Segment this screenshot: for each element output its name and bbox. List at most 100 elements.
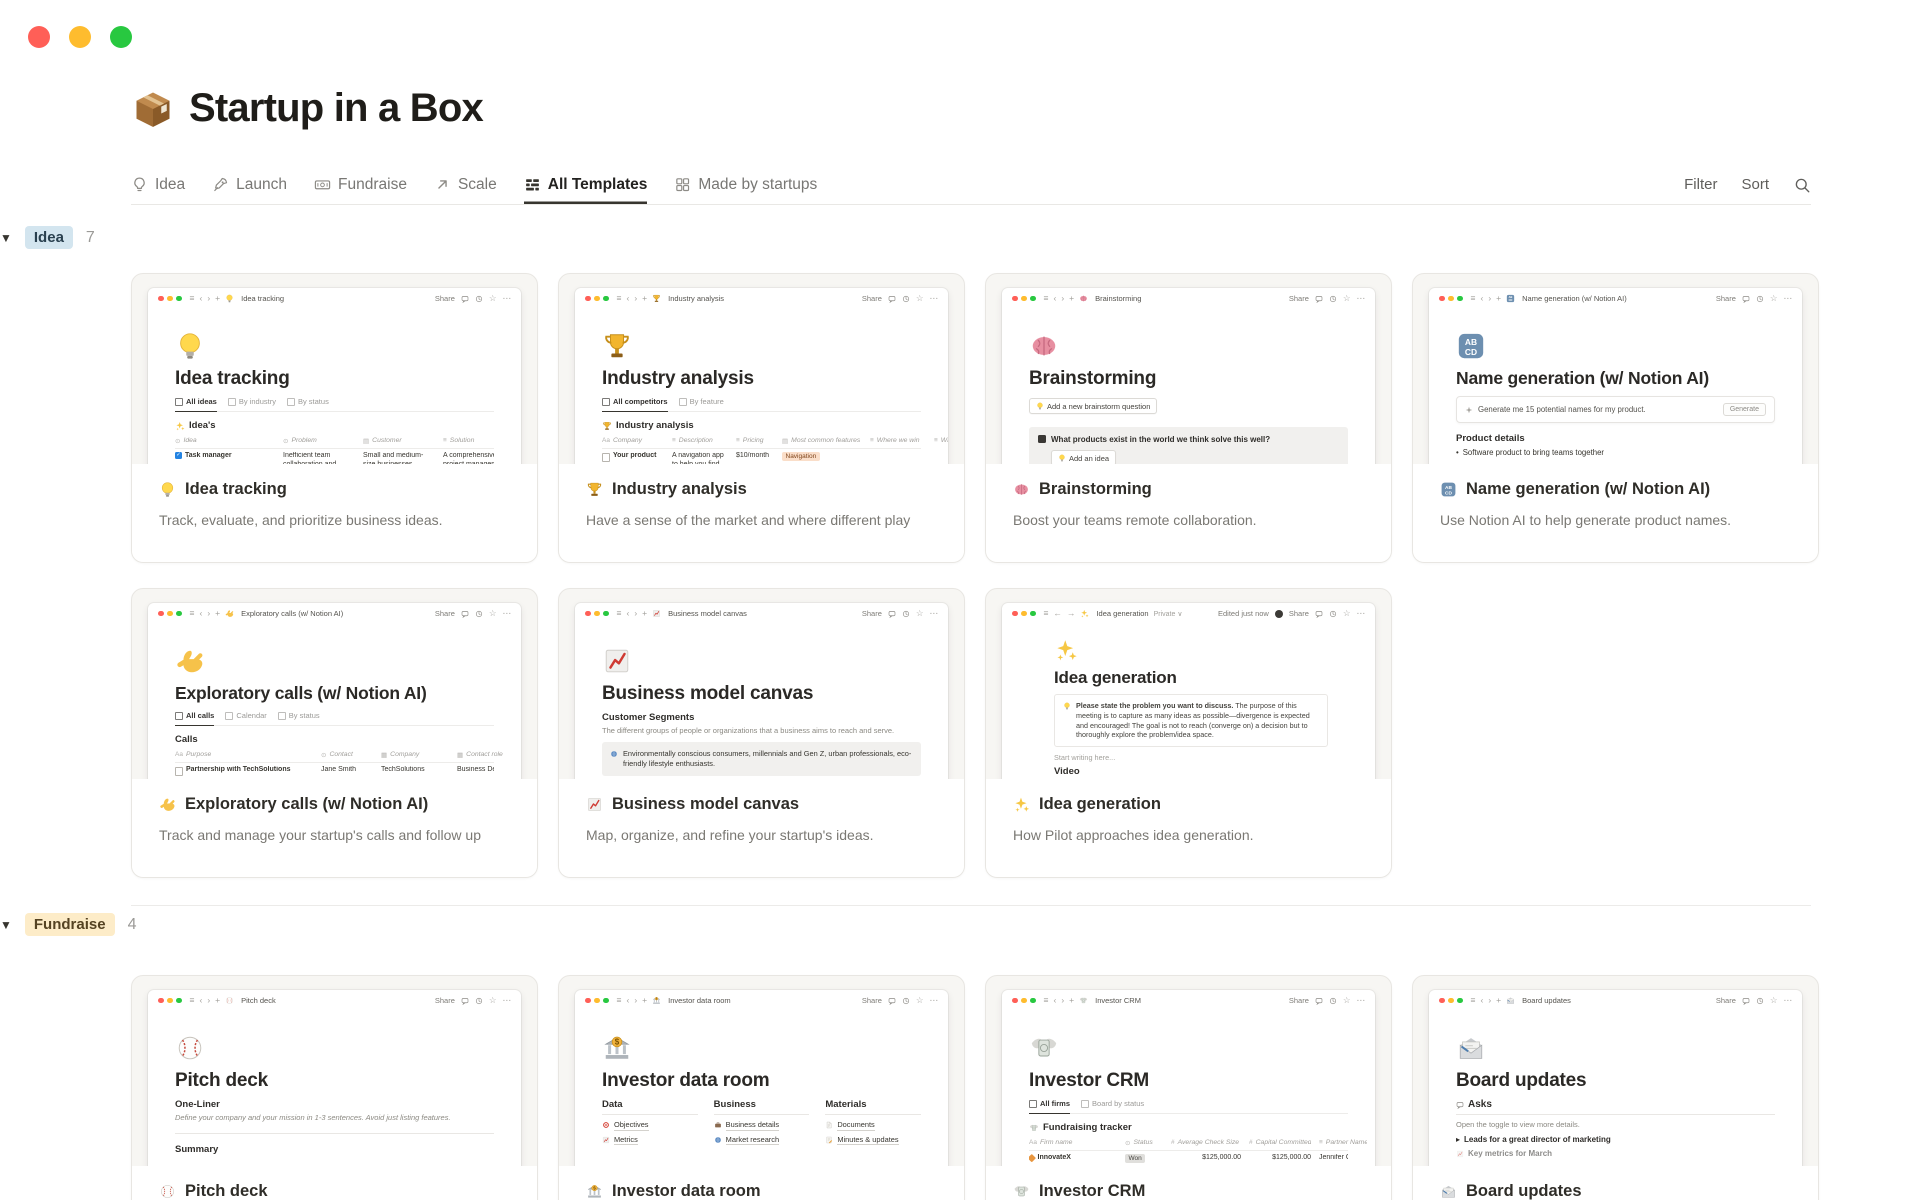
template-card-idea-tracking[interactable]: ≡ ‹ › + Idea tracking Share ☆ ⋯ Idea tracking… [131,273,538,563]
star-icon: ☆ [915,608,924,619]
card-footer: Investor data room [559,1166,964,1200]
back-icon: ‹ [626,995,630,1006]
card-footer: Board updates [1413,1166,1818,1200]
comment-icon [1315,295,1323,303]
card-footer: Name generation (w/ Notion AI) Use Notio… [1413,464,1818,562]
back-icon: ‹ [199,995,203,1006]
plus-icon: + [1496,995,1502,1006]
menu-icon: ≡ [189,608,195,619]
card-title: Idea generation [1039,795,1161,813]
mini-page-title: Exploratory calls (w/ Notion AI) [175,683,427,703]
tab-made-by-startups[interactable]: Made by startups [674,165,817,204]
tab-launch[interactable]: Launch [212,165,287,204]
menu-icon: ≡ [616,293,622,304]
comment-icon [1742,295,1750,303]
edited-timestamp: Edited just now [1217,609,1269,618]
menu-icon: ≡ [189,995,195,1006]
template-card-business-model-canvas[interactable]: ≡ ‹ › + Business model canvas Share ☆ ⋯ Busin… [558,588,965,878]
more-icon: ⋯ [502,293,512,304]
mini-page-title: Brainstorming [1029,368,1157,389]
card-description: How Pilot approaches idea generation. [1013,827,1254,843]
collapse-triangle-icon[interactable]: ▼ [0,918,12,932]
collapse-triangle-icon[interactable]: ▼ [0,231,12,245]
brain-emoji-icon [1013,481,1030,498]
mini-subheading: Video [1054,766,1080,778]
mini-db-title: Calls [175,734,198,745]
menu-icon: ≡ [189,293,195,304]
filter-button[interactable]: Filter [1684,176,1717,193]
light-bulb-emoji-icon [159,481,176,498]
package-emoji-icon [131,87,175,131]
plus-icon: + [215,995,221,1006]
plus-icon: + [215,608,221,619]
card-title: Pitch deck [185,1182,268,1200]
tab-fundraise[interactable]: Fundraise [314,165,407,204]
mini-page-title: Investor CRM [1029,1070,1150,1091]
mini-tab-title: Industry analysis [668,294,724,303]
comment-icon [888,295,896,303]
card-description: Use Notion AI to help generate product n… [1440,512,1732,528]
template-card-industry-analysis[interactable]: ≡ ‹ › + Industry analysis Share ☆ ⋯ Industry … [558,273,965,563]
ai-spark-icon [1465,406,1473,414]
mini-subheading: Product details [1456,433,1525,444]
money-with-wings-emoji-icon [1029,1123,1039,1133]
view-tab-bar: Idea Launch Fundraise Scale All Template… [131,165,1811,205]
globe-emoji-icon [610,750,618,758]
star-icon: ☆ [488,995,497,1006]
card-footer: Idea tracking Track, evaluate, and prior… [132,464,537,562]
trophy-emoji-icon [602,421,612,431]
more-icon: ⋯ [929,608,939,619]
sort-button[interactable]: Sort [1741,176,1769,193]
menu-icon: ≡ [1043,995,1049,1006]
mini-table-header: Aa Company ≡ Description ≡ Pricing ▤ Most co… [602,435,948,449]
tab-scale[interactable]: Scale [434,165,497,204]
zoom-window-button[interactable] [110,26,132,48]
mini-column-materials: Materials Documents Minutes & updates [825,1099,922,1145]
template-card-pitch-deck[interactable]: ≡ ‹ › + Pitch deck Share ☆ ⋯ Pitch deck One-L… [131,975,538,1200]
mini-page-title: Name generation (w/ Notion AI) [1456,368,1709,388]
tab-all-templates[interactable]: All Templates [524,165,647,204]
mini-window-preview: ≡ ‹ › + Name generation (w/ Notion AI) Shar… [1429,288,1802,488]
minimize-window-button[interactable] [69,26,91,48]
section-pill[interactable]: Idea [24,226,73,250]
light-bulb-emoji-icon [225,294,234,303]
more-icon: ⋯ [502,608,512,619]
card-description: Have a sense of the market and where dif… [586,512,911,528]
plus-icon: + [215,293,221,304]
clock-icon [1329,295,1337,303]
lightbulb-icon [131,176,148,193]
mini-tab-title: Brainstorming [1095,294,1142,303]
template-card-idea-generation[interactable]: ≡ ← → Idea generation Private ∨ Edited jus… [985,588,1392,878]
section-count: 7 [85,228,95,246]
template-card-board-updates[interactable]: ≡ ‹ › + Board updates Share ☆ ⋯ Board updates… [1412,975,1819,1200]
section-pill[interactable]: Fundraise [24,913,115,937]
mini-view-tab: Calendar [225,711,267,720]
back-icon: ‹ [199,608,203,619]
tab-idea[interactable]: Idea [131,165,185,204]
mini-view-tab: All calls [175,711,215,726]
close-window-button[interactable] [28,26,50,48]
menu-icon: ≡ [1043,293,1049,304]
card-title: Board updates [1466,1182,1582,1200]
memo-emoji-icon [825,1136,833,1144]
search-icon[interactable] [1793,176,1811,194]
template-card-brainstorming[interactable]: ≡ ‹ › + Brainstorming Share ☆ ⋯ Brainstorming… [985,273,1392,563]
money-with-wings-emoji-icon [1029,1033,1059,1063]
template-card-investor-data-room[interactable]: ≡ ‹ › + Investor data room Share ☆ ⋯ Investor… [558,975,965,1200]
mini-page-title: Pitch deck [175,1070,269,1091]
mini-page-title: Idea tracking [175,368,290,389]
template-card-name-generation[interactable]: ≡ ‹ › + Name generation (w/ Notion AI) Shar… [1412,273,1819,563]
tab-label: Launch [236,175,288,193]
section-header-idea: ▼ Idea 7 [0,226,95,250]
sparkles-emoji-icon [175,421,185,431]
card-footer: Brainstorming Boost your teams remote co… [986,464,1391,562]
star-icon: ☆ [488,293,497,304]
mini-page-title: Industry analysis [602,368,754,389]
star-icon: ☆ [915,293,924,304]
back-icon: ‹ [1480,995,1484,1006]
template-card-investor-crm[interactable]: ≡ ‹ › + Investor CRM Share ☆ ⋯ Investor CRM A… [985,975,1392,1200]
arrow-up-right-icon [434,176,451,193]
mini-tab-title: Pitch deck [241,996,276,1005]
template-card-exploratory-calls[interactable]: ≡ ‹ › + Exploratory calls (w/ Notion AI) Sh… [131,588,538,878]
share-button: Share [434,294,455,303]
